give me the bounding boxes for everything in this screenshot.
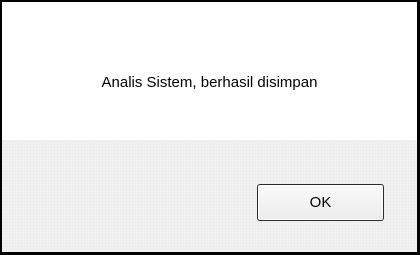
ok-button[interactable]: OK: [257, 184, 384, 221]
message-dialog: Analis Sistem, berhasil disimpan OK: [0, 0, 420, 255]
message-area: Analis Sistem, berhasil disimpan: [2, 2, 417, 140]
dialog-message: Analis Sistem, berhasil disimpan: [101, 74, 318, 91]
button-bar: OK: [2, 140, 417, 252]
